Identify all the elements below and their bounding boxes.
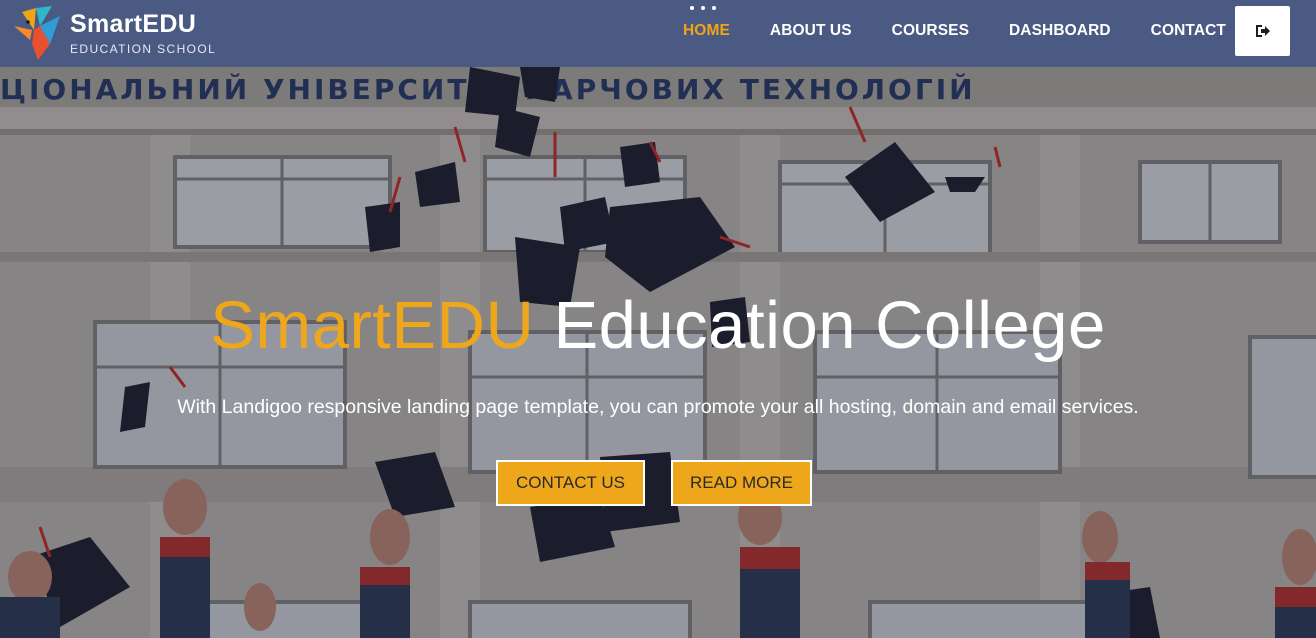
hero-button-group: CONTACT US READ MORE (496, 460, 812, 506)
nav-item-dashboard[interactable]: DASHBOARD (989, 22, 1131, 40)
bird-logo-icon (14, 6, 60, 60)
logout-button[interactable] (1235, 6, 1290, 56)
hero-title: SmartEDU Education College (0, 292, 1316, 359)
contact-us-button[interactable]: CONTACT US (496, 460, 645, 506)
sign-out-icon (1255, 25, 1270, 37)
top-navbar: SmartEDU EDUCATION SCHOOL HOME ABOUT US … (0, 0, 1316, 67)
nav-item-courses[interactable]: COURSES (872, 22, 989, 40)
brand-logo-link[interactable]: SmartEDU EDUCATION SCHOOL (10, 3, 216, 63)
nav-item-home[interactable]: HOME (663, 22, 750, 40)
hero-title-rest: Education College (534, 288, 1106, 363)
nav-item-contact[interactable]: CONTACT (1131, 22, 1246, 40)
hero-subtitle: With Landigoo responsive landing page te… (177, 396, 1139, 418)
hero-title-accent: SmartEDU (210, 288, 535, 363)
read-more-button[interactable]: READ MORE (671, 460, 812, 506)
landing-page: ЦІОНАЛЬНИЙ УНІВЕРСИТЕТ ХАРЧОВИХ ТЕХНОЛОГ… (0, 0, 1316, 638)
brand-subtitle: EDUCATION SCHOOL (70, 41, 217, 56)
main-nav-menu: HOME ABOUT US COURSES DASHBOARD CONTACT (663, 0, 1246, 62)
nav-item-about-us[interactable]: ABOUT US (750, 22, 872, 40)
brand-title: SmartEDU (70, 9, 197, 38)
